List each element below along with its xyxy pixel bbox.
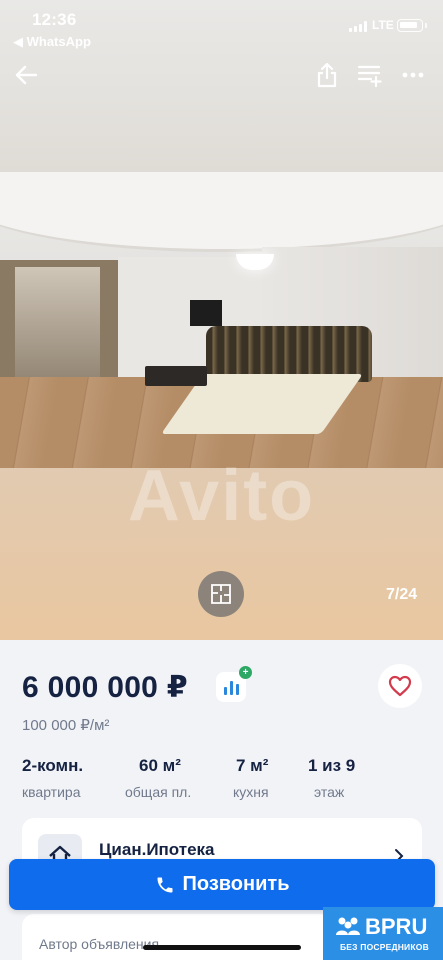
call-button-label: Позвонить [182, 873, 290, 895]
battery-icon [397, 19, 423, 32]
home-indicator [143, 945, 301, 950]
floor-plan-icon [211, 584, 231, 604]
bpru-brand: BPRU [365, 914, 428, 939]
phone-icon [157, 877, 172, 892]
spec-value: 2-комн. [22, 756, 84, 775]
chart-bar [229, 681, 233, 695]
photo-ceiling [0, 172, 443, 252]
plus-icon: + [239, 666, 252, 679]
chart-bar [223, 687, 227, 695]
price-per-square-meter: 100 000 ₽/м² [22, 717, 110, 734]
spec-label: квартира [22, 784, 81, 800]
floor-plan-button[interactable] [198, 571, 244, 617]
back-to-app-link[interactable]: ◀ WhatsApp [13, 34, 91, 50]
spec-rooms: 2-комн. квартира [22, 756, 83, 800]
battery-tip [425, 23, 427, 28]
share-icon [317, 62, 337, 88]
add-to-list-button[interactable] [353, 58, 387, 92]
status-bar: 12:36 ◀ WhatsApp LTE [0, 0, 443, 58]
more-horizontal-icon [402, 72, 424, 78]
bpru-badge: BPRU БЕЗ ПОСРЕДНИКОВ [323, 907, 443, 960]
spec-floor: 1 из 9 этаж [308, 756, 355, 800]
price-history-button[interactable]: + [216, 666, 252, 702]
spec-kitchen-area: 7 м² кухня [233, 756, 269, 800]
network-type: LTE [372, 18, 394, 32]
photo-tv [190, 300, 222, 326]
call-button[interactable]: Позвонить [9, 859, 435, 910]
arrow-left-icon [15, 65, 37, 85]
spec-label: этаж [314, 784, 345, 800]
spec-label: общая пл. [125, 784, 192, 800]
photo-coffee-table [145, 366, 207, 386]
people-icon [336, 917, 360, 935]
spec-total-area: 60 м² общая пл. [125, 756, 191, 800]
author-label: Автор объявления [39, 936, 160, 952]
favorite-button[interactable] [378, 664, 422, 708]
spec-value: 1 из 9 [308, 756, 356, 775]
more-button[interactable] [396, 58, 430, 92]
bpru-logo: BPRU [335, 914, 427, 940]
bpru-subtitle: БЕЗ ПОСРЕДНИКОВ [340, 942, 429, 952]
photo-counter: 7/24 [386, 586, 418, 603]
avito-watermark: Avito [127, 456, 316, 536]
mortgage-name: Циан.Ипотека [99, 840, 215, 859]
listing-price: 6 000 000 ₽ [22, 671, 188, 704]
apartment-photo[interactable] [0, 172, 443, 468]
spec-label: кухня [233, 784, 269, 800]
playlist-add-icon [357, 65, 382, 87]
spec-value: 60 м² [139, 756, 181, 775]
heart-icon [388, 675, 412, 697]
share-button[interactable] [310, 58, 344, 92]
status-time: 12:36 [32, 10, 77, 29]
back-button[interactable] [9, 58, 43, 92]
spec-value: 7 м² [236, 756, 269, 775]
chart-bar [235, 684, 239, 695]
photo-gallery[interactable]: 12:36 ◀ WhatsApp LTE Avito 7/24 [0, 0, 443, 640]
signal-icon [349, 21, 368, 32]
